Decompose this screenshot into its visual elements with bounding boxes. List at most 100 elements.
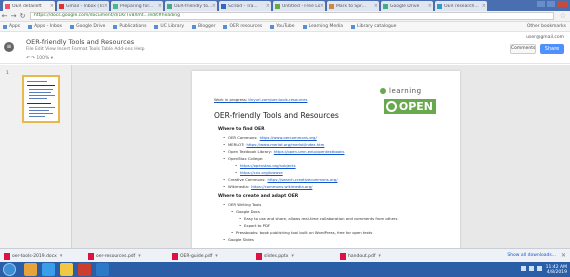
share-button[interactable]: Share [540,44,564,54]
download-menu-chevron-icon[interactable]: ▾ [291,253,294,259]
network-icon[interactable] [521,266,526,271]
browser-tab[interactable]: Scribd - Tra... × [219,1,271,11]
comments-button[interactable]: Comments [510,44,536,54]
reload-icon[interactable]: ↻ [18,12,27,20]
download-menu-chevron-icon[interactable]: ▾ [60,253,63,259]
tab-close-icon[interactable]: × [104,3,109,9]
maximize-button[interactable] [547,1,555,7]
other-bookmarks[interactable]: Other bookmarks [527,24,566,29]
close-window-button[interactable] [557,1,568,7]
docs-menu-bar[interactable]: File Edit View Insert Format Tools Table… [26,47,144,52]
resource-link[interactable]: https://search.creativecommons.org/ [267,177,337,182]
logo-top-text: learning [389,87,422,95]
taskbar-app-icon[interactable] [42,263,55,276]
flag-icon[interactable] [537,266,542,271]
tab-close-icon[interactable]: × [482,3,487,9]
volume-icon[interactable] [529,266,534,271]
download-item[interactable]: OER-guide.pdf ▾ [172,251,218,261]
browser-tab[interactable]: Gmail - Inbox (Transcrib...× [57,1,109,11]
bookmark-folder-icon [192,24,197,29]
download-menu-chevron-icon[interactable]: ▾ [215,253,218,259]
download-item[interactable]: handout.pdf ▾ [340,251,381,261]
download-filename: oer-tools-2019.docx [12,253,57,259]
docs-home-icon[interactable]: ≡ [4,42,14,52]
browser-tab[interactable]: OER detaileft × [3,1,55,11]
bookmark-folder-icon [28,24,33,29]
bookmark-label: Blogger [198,24,216,29]
address-bar-row: ← → ↻ https://docs.google.com/document/d… [0,11,570,22]
account-email[interactable]: user@gmail.com [526,35,564,40]
bookmarks-bar: Apps Apps - Inbox Google Drive Publications… [0,22,570,32]
forward-icon[interactable]: → [9,12,18,20]
resource-link[interactable]: https://openstax.org/subjects [240,163,296,168]
tab-label: OER research... [444,3,479,9]
download-menu-chevron-icon[interactable]: ▾ [378,253,381,259]
taskbar-app-icon[interactable] [24,263,37,276]
minimize-button[interactable] [537,1,545,7]
show-all-downloads-link[interactable]: Show all downloads... [507,253,556,258]
taskbar-app-icon[interactable] [96,263,109,276]
download-item[interactable]: oer-resources.pdf ▾ [88,251,141,261]
bookmark-folder-icon [70,24,75,29]
download-menu-chevron-icon[interactable]: ▾ [138,253,141,259]
download-item[interactable]: slides.pptx ▾ [256,251,294,261]
tab-close-icon[interactable]: × [428,3,433,9]
tab-close-icon[interactable]: × [212,3,217,9]
docs-toolbar[interactable]: ↶ ↷ 100% ▾ [26,56,53,61]
bookmark-label: Publications [119,24,147,29]
window-controls [537,1,568,7]
tab-close-icon[interactable]: × [266,3,271,9]
bookmark-item[interactable]: Learning Media [302,24,343,29]
tab-close-icon[interactable]: × [50,3,55,9]
resource-name: Creative Commons: [228,177,266,182]
writing-tool-item: Google Slides [223,237,254,242]
bookmark-item[interactable]: Apps [3,24,20,29]
resource-link[interactable]: https://cnx.org/browse [240,170,283,175]
bookmark-item[interactable]: YouTube [270,24,295,29]
browser-tab[interactable]: OER-friendly to... × [165,1,217,11]
browser-tab[interactable]: Marx to Spr... × [327,1,379,11]
document-page[interactable]: Work in progress: tinyurl.com/oer-tools-… [192,71,460,248]
download-item[interactable]: oer-tools-2019.docx ▾ [4,251,62,261]
bookmark-star-icon[interactable]: ☆ [560,12,566,20]
page-thumbnail[interactable] [22,75,60,123]
start-button-icon[interactable] [3,263,16,276]
clock[interactable]: 11:42 AM 4/8/2019 [546,265,567,275]
bookmark-item[interactable]: UC Library [154,24,184,29]
taskbar-app-icon[interactable] [60,263,73,276]
browser-tab[interactable]: Untitled - Free Lo...× [273,1,325,11]
resource-list-item: Open Textbook Library:https://open.umn.e… [223,149,345,154]
close-downloads-icon[interactable]: ✕ [561,252,566,259]
bookmark-label: YouTube [276,24,295,29]
back-icon[interactable]: ← [0,12,9,20]
bookmark-item[interactable]: Blogger [192,24,215,29]
tab-close-icon[interactable]: × [320,3,325,9]
resource-link[interactable]: https://www.oercommons.org/ [260,135,317,140]
bookmark-item[interactable]: OER resources [223,24,262,29]
file-icon [256,252,262,260]
progress-link[interactable]: tinyurl.com/oer-tools-resources [248,97,307,102]
browser-tab[interactable]: OER research... × [435,1,487,11]
bookmark-label: UC Library [160,24,185,29]
taskbar-app-icon[interactable] [78,263,91,276]
browser-tab[interactable]: Preparing for... × [111,1,163,11]
document-title[interactable]: OER-friendly Tools and Resources [26,38,134,46]
resource-name: OER Commons: [228,135,258,140]
bookmark-folder-icon [270,24,275,29]
tab-close-icon[interactable]: × [374,3,379,9]
tab-close-icon[interactable]: × [158,3,163,9]
bookmark-item[interactable]: Apps - Inbox [28,24,62,29]
resource-link[interactable]: https://commons.wikimedia.org/ [251,184,312,189]
resource-link[interactable]: https://open.umn.edu/opentextbooks [274,149,345,154]
url-input[interactable]: https://docs.google.com/document/d/1KrTv… [30,12,554,20]
bookmark-item[interactable]: Google Drive [70,24,105,29]
download-filename: slides.pptx [264,253,289,259]
resource-list-item: https://openstax.org/subjects [235,163,296,168]
bookmark-item[interactable]: Publications [113,24,146,29]
learning-open-logo: learning OPEN [380,87,440,117]
resource-link[interactable]: https://www.merlot.org/merlot/index.htm [246,142,324,147]
browser-tab[interactable]: Google Drive × [381,1,433,11]
bookmark-label: Library catalogue [357,24,397,29]
bookmark-item[interactable]: Library catalogue [351,24,396,29]
resource-list-item: https://cnx.org/browse [235,170,283,175]
